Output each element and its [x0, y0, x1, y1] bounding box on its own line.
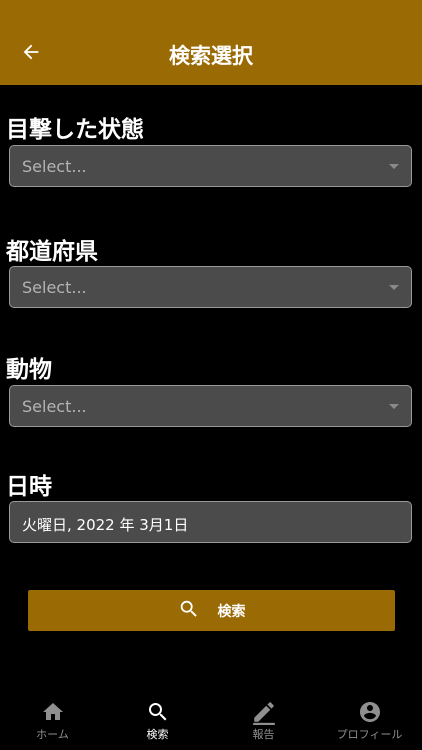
tab-home-label: ホーム: [36, 728, 69, 741]
tab-profile[interactable]: プロフィール: [317, 690, 422, 750]
prefecture-select-placeholder: Select...: [22, 278, 87, 297]
status-select[interactable]: Select...: [9, 145, 412, 187]
tab-report-label: 報告: [252, 728, 275, 741]
date-picker-field[interactable]: 火曜日, 2022 年 3月1日: [9, 501, 412, 543]
account-icon: [357, 700, 383, 724]
bottom-tab-bar: ホーム 検索 報告 プロフィール: [0, 690, 422, 750]
chevron-down-icon: [389, 164, 399, 169]
tab-profile-label: プロフィール: [336, 728, 403, 741]
status-label: 目撃した状態: [6, 117, 144, 143]
tab-search[interactable]: 検索: [105, 690, 210, 750]
chevron-down-icon: [389, 285, 399, 290]
search-button[interactable]: 検索: [28, 590, 395, 631]
animal-select[interactable]: Select...: [9, 385, 412, 427]
search-button-label: 検索: [217, 603, 246, 620]
search-icon: [178, 598, 200, 624]
chevron-down-icon: [389, 404, 399, 409]
page-title: 検索選択: [169, 44, 253, 68]
tab-search-label: 検索: [146, 728, 169, 741]
app-header: 検索選択: [0, 0, 422, 85]
tab-report[interactable]: 報告: [211, 690, 316, 750]
search-icon: [145, 700, 171, 724]
prefecture-select[interactable]: Select...: [9, 266, 412, 308]
status-select-placeholder: Select...: [22, 157, 87, 176]
animal-label: 動物: [6, 357, 52, 383]
home-icon: [40, 700, 66, 724]
prefecture-label: 都道府県: [6, 239, 98, 265]
datetime-label: 日時: [6, 474, 52, 500]
tab-home[interactable]: ホーム: [0, 690, 105, 750]
date-value: 火曜日, 2022 年 3月1日: [22, 516, 189, 534]
edit-icon: [251, 700, 277, 725]
animal-select-placeholder: Select...: [22, 397, 87, 416]
